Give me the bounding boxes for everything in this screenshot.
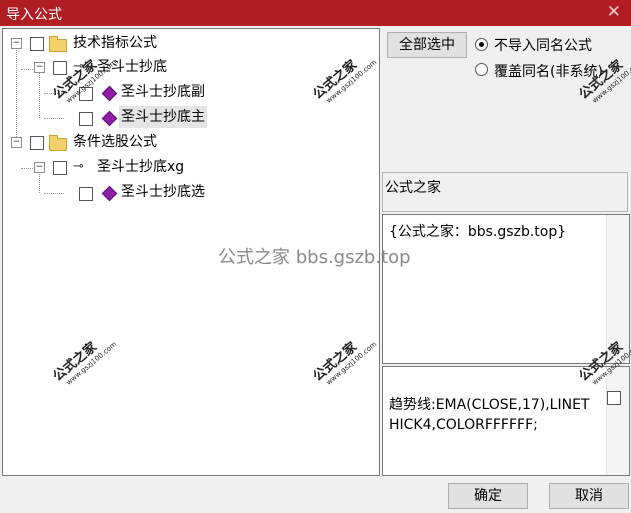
radio-overwrite[interactable] — [475, 63, 488, 76]
collapse-icon[interactable]: − — [11, 137, 22, 148]
window-title: 导入公式 — [6, 7, 62, 23]
formula-code-box[interactable]: 趋势线:EMA(CLOSE,17),LINETHICK4,COLORFFFFFF… — [382, 366, 630, 476]
tree-label-selected: 圣斗士抄底主 — [119, 106, 207, 128]
collapse-icon[interactable]: − — [34, 62, 45, 73]
title-bar: 导入公式 ✕ — [0, 0, 631, 26]
tree-item-sdsd-xg[interactable]: − ⊸ 圣斗士抄底xg — [3, 156, 373, 178]
tree-label: 圣斗士抄底副 — [121, 84, 205, 100]
radio-overwrite-label[interactable]: 覆盖同名(非系统) — [494, 61, 603, 81]
formula-gem-icon — [101, 110, 118, 127]
collapse-icon[interactable]: − — [34, 162, 45, 173]
tree-label: 圣斗士抄底xg — [97, 159, 185, 175]
tree-checkbox[interactable] — [79, 112, 93, 126]
tree-label: 条件选股公式 — [73, 134, 157, 150]
key-icon: ⊸ — [73, 159, 84, 174]
formula-description: {公式之家：bbs.gszb.top} — [389, 224, 567, 240]
formula-name: 公式之家 — [385, 180, 441, 196]
formula-name-field: 公式之家 — [382, 172, 628, 212]
tree-item-sdsd-xuan[interactable]: 圣斗士抄底选 — [3, 181, 373, 203]
tree-checkbox[interactable] — [79, 187, 93, 201]
tree-item-condition[interactable]: − 条件选股公式 — [3, 131, 373, 153]
radio-skip-duplicate-label[interactable]: 不导入同名公式 — [494, 35, 592, 55]
formula-description-box[interactable]: {公式之家：bbs.gszb.top} — [382, 214, 630, 364]
tree-label: 圣斗士抄底选 — [121, 184, 205, 200]
tree-item-sdsd-fu[interactable]: 圣斗士抄底副 — [3, 81, 373, 103]
formula-gem-icon — [101, 85, 118, 102]
ok-button[interactable]: 确定 — [448, 483, 528, 509]
tree-checkbox[interactable] — [53, 161, 67, 175]
tree-item-sdsd[interactable]: − ⊸ 圣斗士抄底 — [3, 56, 373, 78]
tree-checkbox[interactable] — [79, 87, 93, 101]
close-icon[interactable]: ✕ — [607, 2, 621, 22]
tree-item-sdsd-zhu[interactable]: 圣斗士抄底主 — [3, 106, 373, 128]
folder-icon — [49, 36, 67, 52]
radio-skip-duplicate[interactable] — [475, 38, 488, 51]
tree-label: 技术指标公式 — [73, 35, 157, 51]
cancel-button[interactable]: 取消 — [549, 483, 629, 509]
description-scrollbar[interactable] — [606, 215, 629, 363]
code-scrollbar[interactable] — [606, 367, 629, 475]
key-icon: ⊸ — [73, 59, 84, 74]
select-all-button[interactable]: 全部选中 — [387, 32, 467, 58]
tree-item-technical[interactable]: − 技术指标公式 — [3, 32, 373, 54]
formula-gem-icon — [101, 185, 118, 202]
center-watermark: 公式之家 bbs.gszb.top — [218, 247, 411, 268]
code-checkbox[interactable] — [607, 391, 621, 405]
tree-checkbox[interactable] — [30, 37, 44, 51]
collapse-icon[interactable]: − — [11, 38, 22, 49]
tree-checkbox[interactable] — [53, 61, 67, 75]
tree-label: 圣斗士抄底 — [97, 59, 167, 75]
formula-code: 趋势线:EMA(CLOSE,17),LINETHICK4,COLORFFFFFF… — [389, 397, 590, 433]
tree-checkbox[interactable] — [30, 136, 44, 150]
folder-icon — [49, 135, 67, 151]
